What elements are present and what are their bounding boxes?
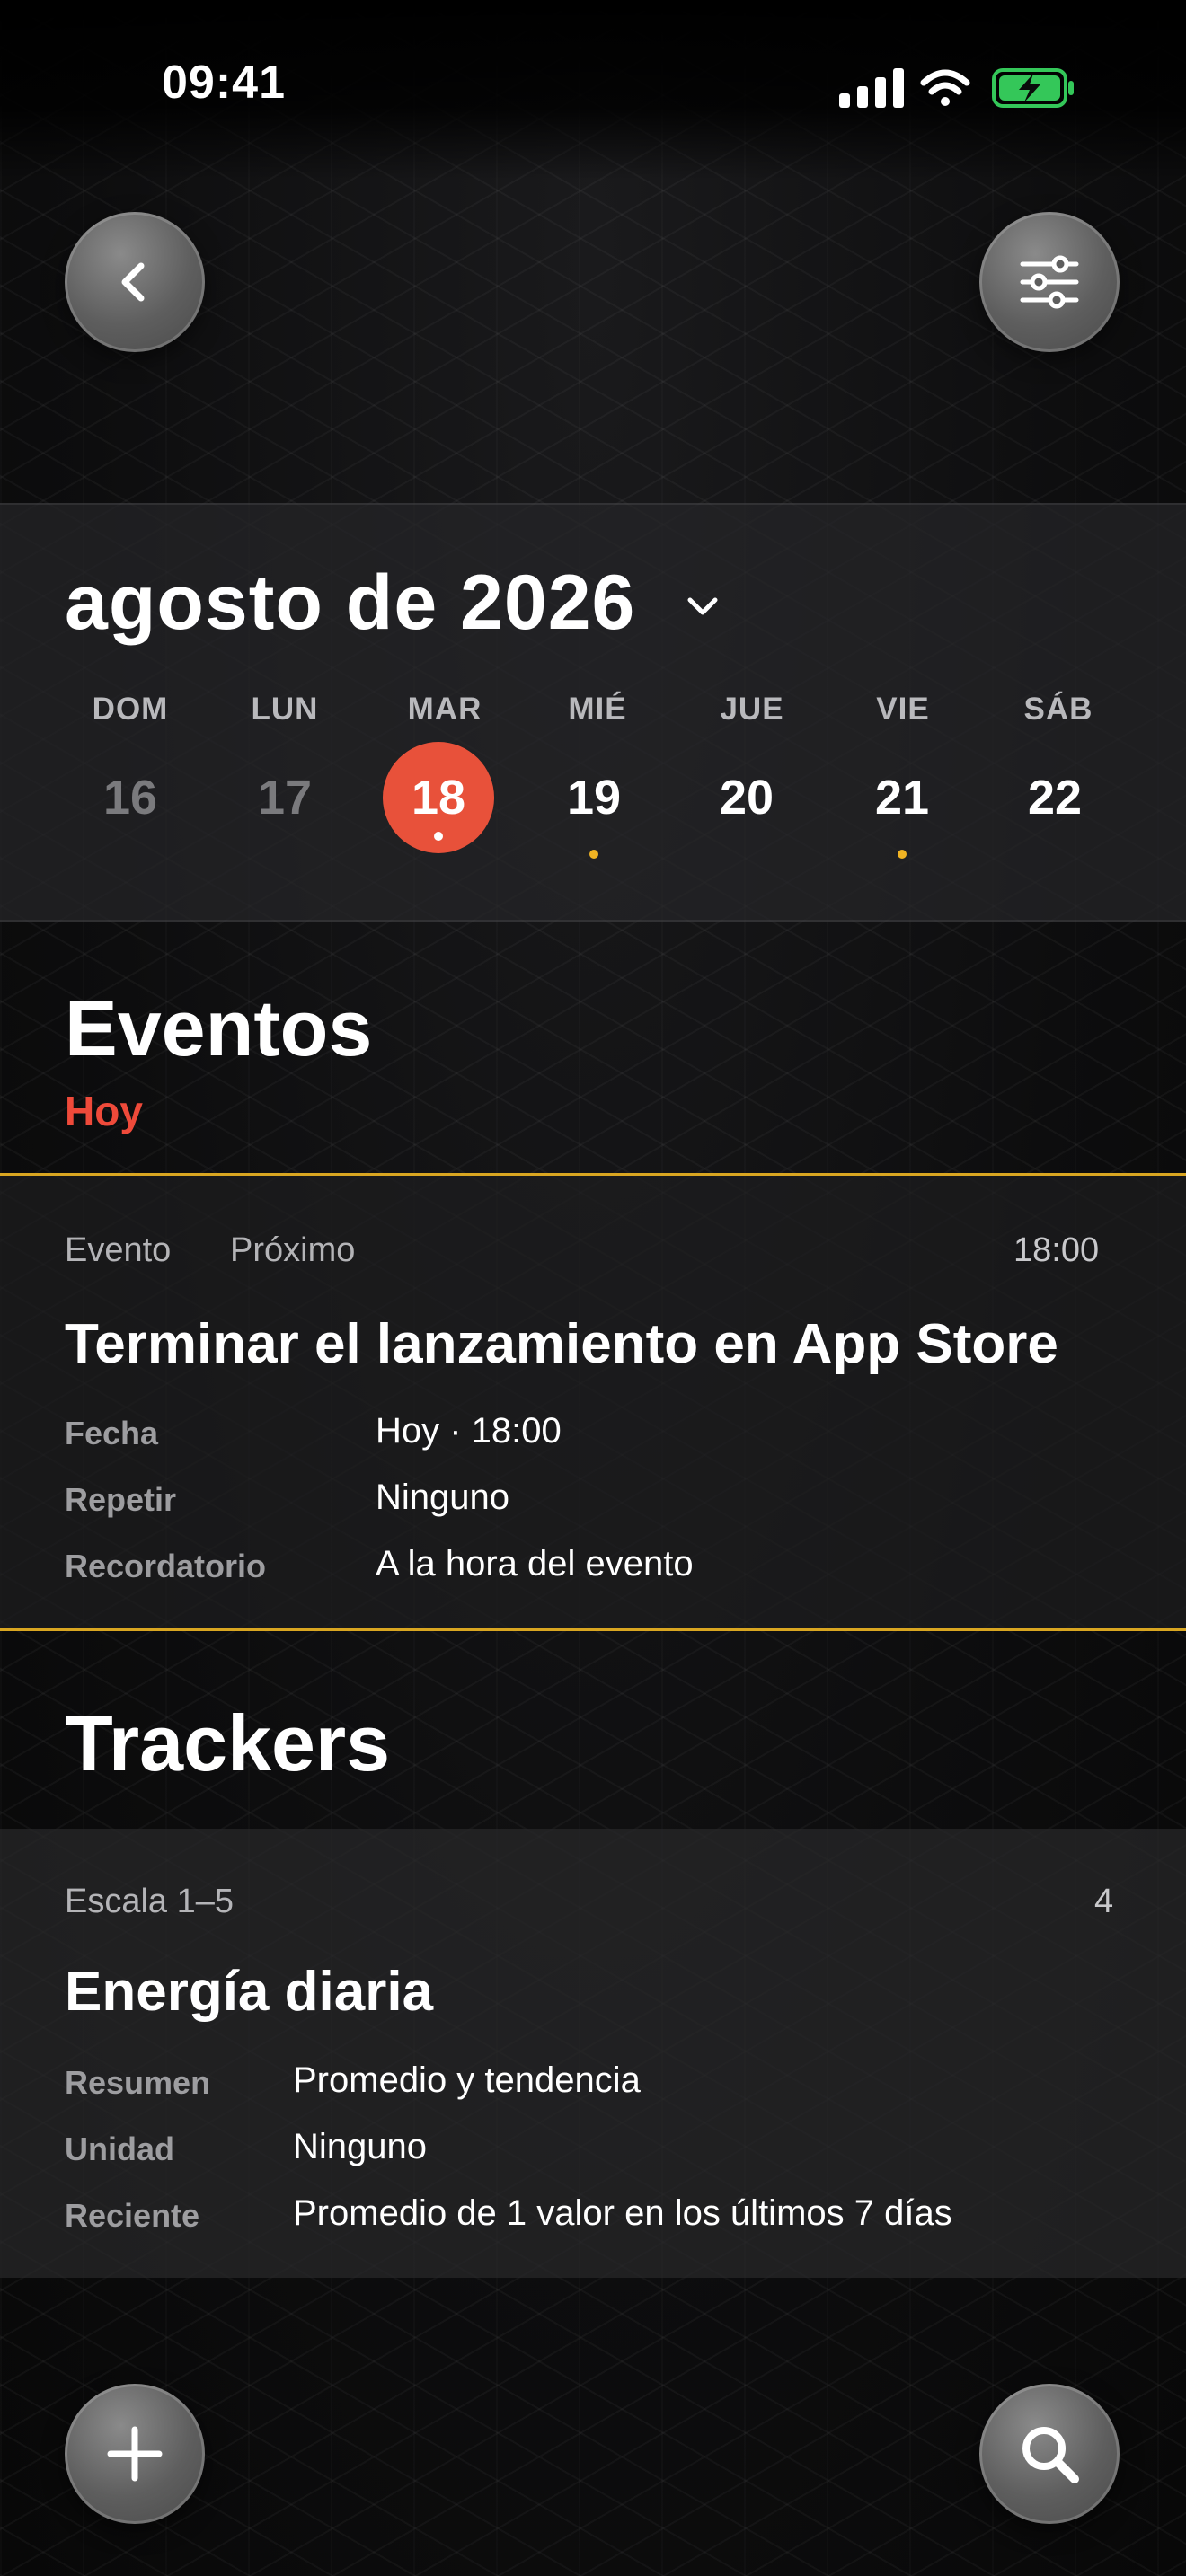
weekday-label: DOM (92, 692, 169, 727)
event-time: 18:00 (1013, 1231, 1100, 1269)
wifi-icon (920, 69, 970, 106)
event-dot (898, 850, 907, 859)
tracker-scale: Escala 1–5 (65, 1883, 235, 1920)
search-button[interactable] (979, 2384, 1120, 2524)
day-number: 19 (566, 771, 622, 825)
events-section-title: Eventos (65, 984, 373, 1072)
event-row-value: Hoy · 18:00 (376, 1411, 562, 1451)
month-title[interactable]: agosto de 2026 (65, 559, 635, 648)
day-number: 21 (874, 771, 930, 825)
day-cell-selected[interactable]: 18 (383, 742, 494, 853)
back-button[interactable] (65, 212, 205, 352)
weekday-label: JUE (720, 692, 784, 727)
status-icons (839, 68, 1074, 108)
day-cell[interactable]: 19 (538, 742, 650, 859)
plus-icon (107, 2426, 163, 2482)
tracker-row-label: Reciente (65, 2197, 200, 2234)
tracker-value: 4 (1094, 1883, 1114, 1920)
chevron-left-icon (121, 262, 145, 302)
weekday-label: SÁB (1023, 692, 1093, 727)
status-time: 09:41 (162, 57, 286, 109)
weekday-label: VIE (876, 692, 930, 727)
event-row-label: Recordatorio (65, 1548, 267, 1584)
week-calendar: agosto de 2026 DOM LUN MAR MIÉ JUE VIE S… (0, 503, 1186, 922)
event-row-label: Fecha (65, 1415, 159, 1451)
event-dot (434, 832, 443, 841)
weekday-header: DOM LUN MAR MIÉ JUE VIE SÁB (0, 692, 1186, 731)
tracker-row-label: Resumen (65, 2064, 211, 2101)
day-number: 17 (257, 771, 313, 825)
tracker-card[interactable]: Escala 1–5 4 Energía diaria Resumen Prom… (0, 1829, 1186, 2278)
battery-charging-icon (992, 68, 1074, 108)
trackers-section-title: Trackers (65, 1698, 391, 1787)
day-number: 22 (1027, 771, 1083, 825)
tracker-title: Energía diaria (65, 1961, 434, 2023)
events-subtitle-today: Hoy (65, 1088, 143, 1134)
day-cell[interactable]: 17 (229, 742, 341, 853)
filter-button[interactable] (979, 212, 1120, 352)
day-cell[interactable]: 22 (999, 742, 1111, 853)
event-row-value: Ninguno (376, 1478, 510, 1517)
day-cell[interactable]: 16 (75, 742, 186, 853)
day-number: 20 (719, 771, 774, 825)
day-row: 16 17 18 19 20 21 22 (0, 742, 1186, 864)
event-title: Terminar el lanzamiento en App Store (65, 1313, 1058, 1375)
day-number: 18 (411, 771, 466, 825)
event-status: Próximo (230, 1231, 356, 1269)
event-dot (589, 850, 598, 859)
event-row-value: A la hora del evento (376, 1544, 694, 1584)
cellular-signal-icon (839, 68, 904, 108)
search-icon (1022, 2427, 1079, 2483)
tracker-row-value: Promedio de 1 valor en los últimos 7 día… (293, 2193, 952, 2233)
tracker-row-value: Promedio y tendencia (293, 2060, 641, 2100)
day-cell[interactable]: 21 (846, 742, 958, 859)
chevron-down-icon[interactable] (685, 593, 721, 620)
event-type: Evento (65, 1231, 172, 1269)
tracker-row-value: Ninguno (293, 2127, 428, 2166)
tracker-row-label: Unidad (65, 2130, 174, 2167)
event-card[interactable]: Evento Próximo 18:00 Terminar el lanzami… (0, 1173, 1186, 1631)
day-number: 16 (102, 771, 158, 825)
weekday-label: MIÉ (568, 692, 627, 727)
day-cell[interactable]: 20 (691, 742, 802, 853)
add-button[interactable] (65, 2384, 205, 2524)
weekday-label: MAR (407, 692, 482, 727)
weekday-label: LUN (251, 692, 319, 727)
sliders-icon (1020, 255, 1079, 309)
event-row-label: Repetir (65, 1481, 177, 1518)
